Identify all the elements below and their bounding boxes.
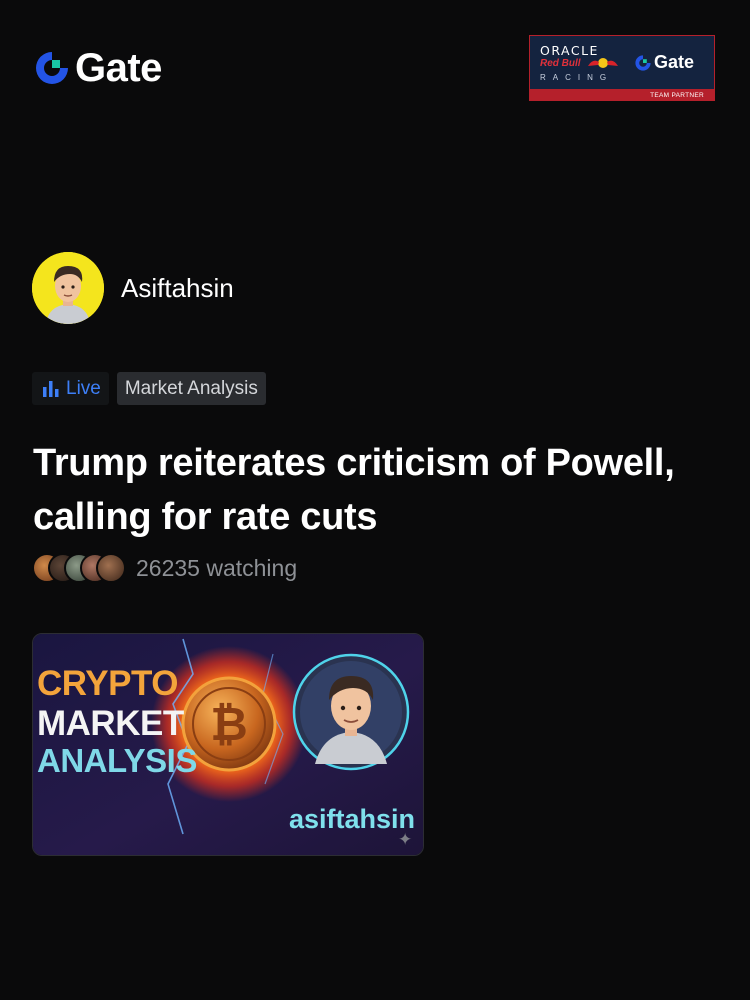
post-thumbnail[interactable]: ₿ CRYPTO MARKET ANALYSIS asiftahsin ✦ [32, 633, 424, 856]
post-title[interactable]: Trump reiterates criticism of Powell, ca… [33, 436, 733, 544]
live-tag[interactable]: Live [32, 372, 109, 405]
author-row[interactable]: Asiftahsin [32, 252, 234, 324]
author-avatar-illustration [32, 252, 104, 324]
thumbnail-line-3: ANALYSIS [37, 742, 197, 779]
watching-count: 26235 watching [136, 554, 298, 581]
thumbnail-line-1: CRYPTO [37, 664, 178, 703]
watching-row: 26235 watching [32, 553, 297, 583]
watcher-avatars [32, 553, 126, 583]
gate-logo-text: Gate [75, 46, 162, 90]
watcher-avatar [96, 553, 126, 583]
gate-logo[interactable]: Gate [33, 48, 162, 88]
thumbnail-line-2: MARKET [37, 704, 184, 743]
gate-logo-icon [36, 52, 68, 84]
thumbnail-handle: asiftahsin [289, 804, 416, 834]
author-name[interactable]: Asiftahsin [121, 273, 234, 304]
author-avatar[interactable] [32, 252, 104, 324]
partner-racing-text: RACING [540, 73, 614, 82]
red-bull-icon [588, 58, 618, 68]
team-partner-badge: ORACLE Red Bull RACING Gate TEAM PARTNER [529, 35, 715, 101]
partner-gate-logo: Gate [634, 52, 694, 73]
bitcoin-icon: ₿ [210, 697, 248, 751]
category-tag[interactable]: Market Analysis [116, 372, 266, 405]
live-tag-label: Live [66, 377, 101, 399]
partner-band-text: TEAM PARTNER [650, 92, 704, 99]
live-bars-icon [43, 381, 59, 397]
sparkle-icon: ✦ [398, 830, 413, 849]
gate-logo-small-icon [635, 54, 651, 71]
category-tag-label: Market Analysis [124, 377, 258, 399]
tag-row: Live Market Analysis [32, 372, 266, 405]
partner-redbull-text: Red Bull [540, 58, 581, 69]
